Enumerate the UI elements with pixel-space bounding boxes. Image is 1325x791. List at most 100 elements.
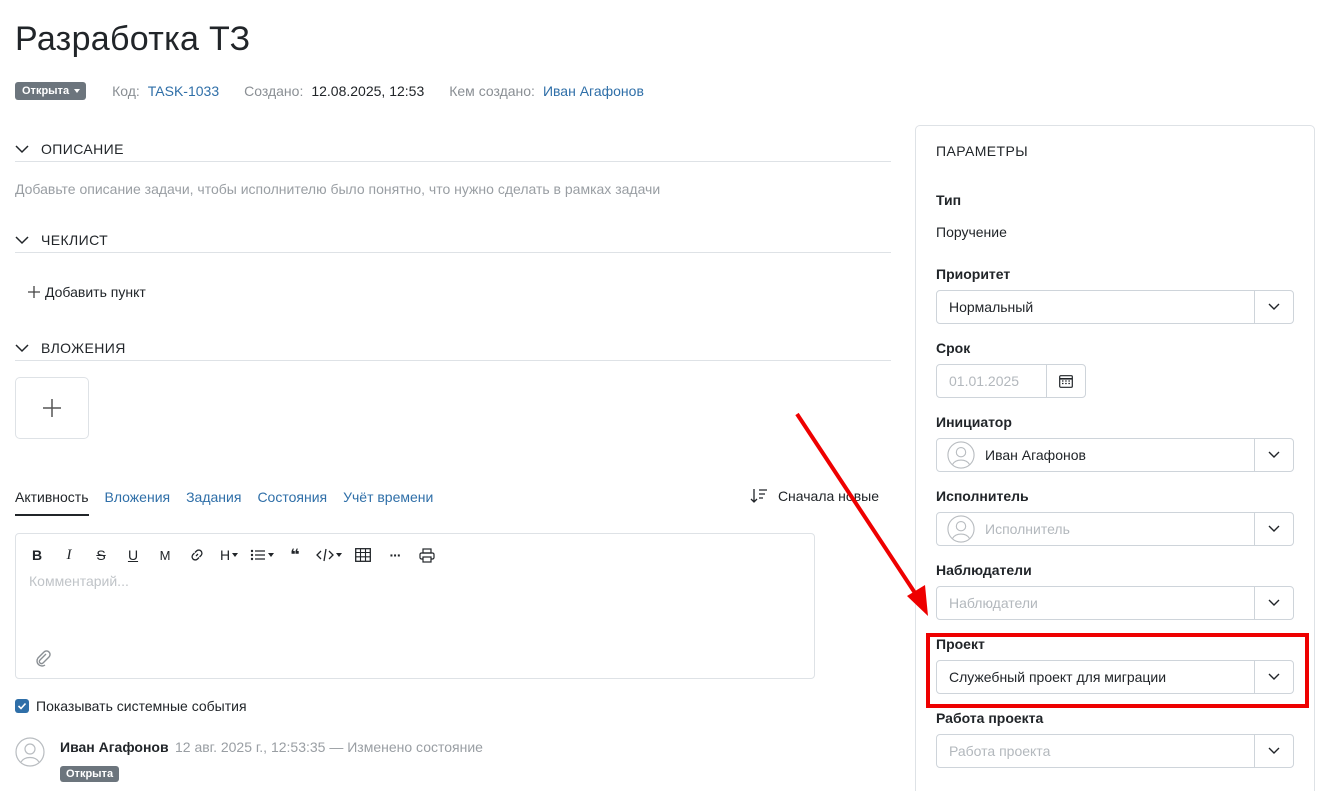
status-badge: Открыта [60,766,120,782]
priority-label: Приоритет [936,266,1011,282]
project-dropdown-button[interactable] [1254,661,1293,693]
initiator-select[interactable]: Иван Агафонов [936,438,1294,472]
initiator-dropdown-button[interactable] [1254,439,1293,471]
assignee-select[interactable]: Исполнитель [936,512,1294,546]
check-icon [17,702,27,710]
section-title: ВЛОЖЕНИЯ [41,339,126,356]
assignee-label: Исполнитель [936,488,1029,504]
watchers-placeholder: Наблюдатели [949,595,1038,611]
comment-placeholder[interactable]: Комментарий... [29,573,129,589]
assignee-dropdown-button[interactable] [1254,513,1293,545]
priority-dropdown-button[interactable] [1254,291,1293,323]
tab-states[interactable]: Состояния [257,484,327,516]
project-work-label: Работа проекта [936,710,1044,726]
project-work-dropdown-button[interactable] [1254,735,1293,767]
chevron-down-icon [1268,303,1280,310]
heading-dropdown[interactable]: H [218,544,240,566]
page-title: Разработка ТЗ [15,20,251,58]
type-label: Тип [936,192,962,208]
sort-toggle[interactable]: Сначала новые [750,488,879,504]
editor-toolbar: B I S U M H ❝ ··· [26,544,448,566]
watchers-dropdown-button[interactable] [1254,587,1293,619]
underline-button[interactable]: U [122,544,144,566]
system-events-checkbox[interactable] [15,699,29,713]
table-button[interactable] [352,544,374,566]
add-checklist-item-button[interactable]: Добавить пункт [28,284,146,300]
description-hint[interactable]: Добавьте описание задачи, чтобы исполнит… [15,181,660,197]
link-icon [191,549,203,561]
calendar-button[interactable] [1046,365,1085,397]
sort-label: Сначала новые [777,488,879,504]
section-description[interactable]: ОПИСАНИЕ [15,136,891,162]
bold-button[interactable]: B [26,544,48,566]
code-dropdown[interactable] [316,544,342,566]
code-label: Код: [112,83,140,99]
link-button[interactable] [186,544,208,566]
show-system-events[interactable]: Показывать системные события [15,698,247,714]
assignee-placeholder: Исполнитель [985,521,1070,537]
paperclip-icon[interactable] [34,649,52,667]
add-attachment-button[interactable] [15,377,89,439]
project-select[interactable]: Служебный проект для миграции [936,660,1294,694]
initiator-label: Инициатор [936,414,1012,430]
list-icon [250,549,265,561]
italic-button[interactable]: I [58,544,80,566]
chevron-down-icon [1268,451,1280,458]
project-value: Служебный проект для миграции [949,669,1167,685]
panel-title: ПАРАМЕТРЫ [936,143,1029,159]
tab-activity[interactable]: Активность [15,484,89,516]
strikethrough-button[interactable]: S [90,544,112,566]
created-value: 12.08.2025, 12:53 [311,83,425,99]
watchers-select[interactable]: Наблюдатели [936,586,1294,620]
type-value: Поручение [936,224,1007,240]
user-avatar-icon [15,737,45,767]
activity-meta: 12 авг. 2025 г., 12:53:35 — Изменено сос… [175,739,483,755]
heading-label: H [219,547,231,563]
comment-editor[interactable]: B I S U M H ❝ ··· Комментарий... [15,533,815,679]
chevron-down-icon [15,144,29,153]
tab-time-tracking[interactable]: Учёт времени [343,484,433,516]
print-icon [419,547,435,563]
section-title: ОПИСАНИЕ [41,140,124,157]
project-work-placeholder: Работа проекта [949,743,1051,759]
chevron-down-icon [1268,599,1280,606]
due-date-input[interactable]: 01.01.2025 [936,364,1086,398]
chevron-down-icon [1268,747,1280,754]
system-events-label: Показывать системные события [36,698,247,714]
plus-icon [43,399,61,417]
task-meta: Открыта Код: TASK-1033 Создано: 12.08.20… [15,81,644,101]
code-link[interactable]: TASK-1033 [148,83,219,99]
status-dropdown[interactable]: Открыта [15,82,87,100]
priority-value: Нормальный [949,299,1034,315]
section-checklist[interactable]: ЧЕКЛИСТ [15,227,891,253]
created-label: Создано: [244,83,304,99]
chevron-down-icon [15,235,29,244]
chevron-down-icon [1268,673,1280,680]
watchers-label: Наблюдатели [936,562,1032,578]
user-avatar-icon [947,515,975,543]
more-button[interactable]: ··· [384,544,406,566]
activity-tabs: Активность Вложения Задания Состояния Уч… [15,484,891,518]
project-work-select[interactable]: Работа проекта [936,734,1294,768]
add-item-label: Добавить пункт [45,284,146,300]
due-label: Срок [936,340,971,356]
author-label: Кем создано: [449,83,535,99]
chevron-down-icon [15,343,29,352]
calendar-icon [1059,375,1073,388]
table-icon [355,548,371,562]
chevron-down-icon [1268,525,1280,532]
section-attachments[interactable]: ВЛОЖЕНИЯ [15,335,891,361]
print-button[interactable] [416,544,438,566]
list-dropdown[interactable] [250,544,274,566]
section-title: ЧЕКЛИСТ [41,231,109,248]
author-link[interactable]: Иван Агафонов [543,83,644,99]
activity-author[interactable]: Иван Агафонов [60,739,169,755]
due-date-placeholder: 01.01.2025 [949,373,1020,389]
monospace-button[interactable]: M [154,544,176,566]
tab-tasks[interactable]: Задания [186,484,241,516]
tab-attachments[interactable]: Вложения [105,484,171,516]
priority-select[interactable]: Нормальный [936,290,1294,324]
quote-button[interactable]: ❝ [284,544,306,566]
project-label: Проект [936,636,985,652]
caret-down-icon [74,89,81,93]
